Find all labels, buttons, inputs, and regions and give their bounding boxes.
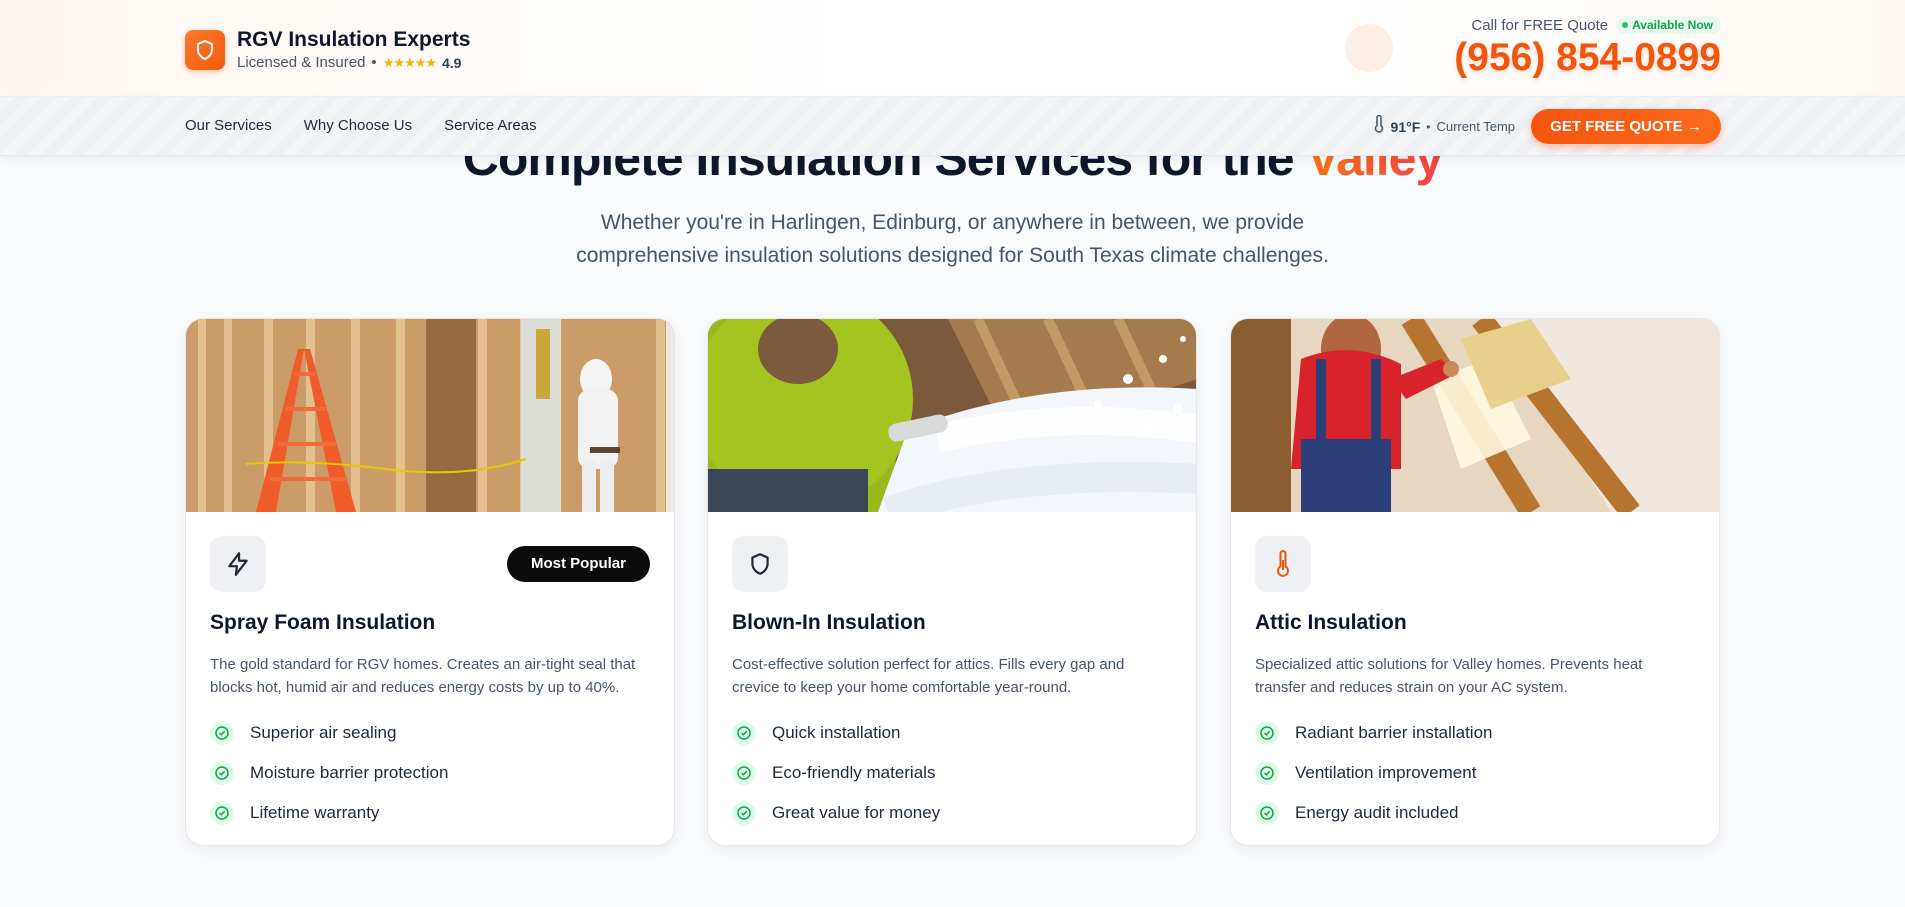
status-dot-icon: [1622, 22, 1629, 28]
decorative-circle: [1345, 24, 1393, 72]
rating-value: 4.9: [441, 54, 462, 71]
card-description: The gold standard for RGV homes. Creates…: [210, 656, 636, 696]
card-title: Blown-In Insulation: [732, 611, 926, 634]
check-circle-icon: [1255, 721, 1279, 745]
check-circle-icon: [1255, 801, 1279, 825]
feature-item: Moisture barrier protection: [210, 753, 650, 793]
feature-text: Energy audit included: [1295, 803, 1459, 822]
call-label: Call for FREE Quote: [1471, 16, 1609, 34]
check-circle-icon: [732, 721, 756, 745]
feature-item: Eco-friendly materials: [732, 753, 1172, 793]
get-free-quote-button[interactable]: GET FREE QUOTE →: [1531, 109, 1721, 144]
nav-item-our-services[interactable]: Our Services: [185, 117, 272, 134]
feature-list: Quick installation Eco-friendly material…: [732, 713, 1172, 833]
phone-number-link[interactable]: (956) 854-0899: [1454, 36, 1721, 80]
check-circle-icon: [732, 761, 756, 785]
brand-subtitle: Licensed & Insured: [237, 54, 366, 71]
main-nav: Our Services Why Choose Us Service Areas…: [0, 97, 1905, 156]
service-card-blown-in[interactable]: Blown-In Insulation Cost-effective solut…: [707, 318, 1197, 846]
feature-list: Radiant barrier installation Ventilation…: [1255, 713, 1695, 833]
service-card-spray-foam[interactable]: Most Popular Spray Foam Insulation The g…: [185, 318, 675, 846]
availability-badge: Available Now: [1616, 16, 1721, 34]
shield-logo-icon: [185, 29, 225, 70]
nav-item-service-areas[interactable]: Service Areas: [444, 117, 537, 134]
most-popular-badge: Most Popular: [506, 546, 650, 582]
temperature-label: Current Temp: [1436, 119, 1515, 134]
separator-dot: •: [1426, 119, 1431, 134]
nav-item-why-choose-us[interactable]: Why Choose Us: [304, 117, 412, 134]
feature-item: Ventilation improvement: [1255, 753, 1695, 793]
feature-item: Lifetime warranty: [210, 793, 650, 833]
site-header: RGV Insulation Experts Licensed & Insure…: [0, 0, 1905, 97]
subtext-line-2: comprehensive insulation solutions desig…: [576, 244, 1329, 267]
section-subtext: Whether you're in Harlingen, Edinburg, o…: [0, 206, 1905, 272]
feature-item: Quick installation: [732, 713, 1172, 753]
call-box: Call for FREE Quote Available Now (956) …: [1454, 16, 1721, 80]
blown-in-image: [708, 319, 1196, 512]
feature-item: Radiant barrier installation: [1255, 713, 1695, 753]
shield-icon: [732, 536, 788, 592]
check-circle-icon: [210, 721, 234, 745]
temperature-value: 91°F: [1390, 118, 1421, 135]
feature-text: Great value for money: [772, 803, 941, 822]
feature-text: Lifetime warranty: [250, 803, 380, 822]
check-circle-icon: [1255, 761, 1279, 785]
brand[interactable]: RGV Insulation Experts Licensed & Insure…: [185, 28, 470, 71]
separator-dot: •: [371, 54, 377, 71]
service-card-attic[interactable]: Attic Insulation Specialized attic solut…: [1230, 318, 1720, 846]
feature-item: Energy audit included: [1255, 793, 1695, 833]
feature-text: Radiant barrier installation: [1295, 723, 1493, 742]
attic-image: [1231, 319, 1719, 512]
card-description: Specialized attic solutions for Valley h…: [1255, 656, 1643, 696]
feature-list: Superior air sealing Moisture barrier pr…: [210, 713, 650, 833]
thermometer-icon: [1255, 536, 1311, 592]
lightning-icon: [210, 536, 266, 592]
feature-text: Eco-friendly materials: [772, 763, 936, 782]
feature-item: Superior air sealing: [210, 713, 650, 753]
feature-text: Superior air sealing: [250, 723, 397, 742]
temperature-widget: 91°F • Current Temp: [1373, 114, 1515, 138]
check-circle-icon: [210, 761, 234, 785]
thermometer-icon: [1373, 114, 1385, 138]
card-title: Attic Insulation: [1255, 611, 1407, 634]
availability-text: Available Now: [1632, 18, 1713, 32]
check-circle-icon: [732, 801, 756, 825]
feature-text: Ventilation improvement: [1295, 763, 1477, 782]
card-title: Spray Foam Insulation: [210, 611, 436, 634]
check-circle-icon: [210, 801, 234, 825]
spray-foam-image: [186, 319, 674, 512]
feature-text: Quick installation: [772, 723, 901, 742]
brand-name: RGV Insulation Experts: [237, 28, 471, 51]
subtext-line-1: Whether you're in Harlingen, Edinburg, o…: [600, 211, 1305, 234]
feature-text: Moisture barrier protection: [250, 763, 449, 782]
feature-item: Great value for money: [732, 793, 1172, 833]
card-description: Cost-effective solution perfect for atti…: [732, 656, 1125, 696]
rating-stars-icon: ★★★★★: [382, 54, 437, 70]
